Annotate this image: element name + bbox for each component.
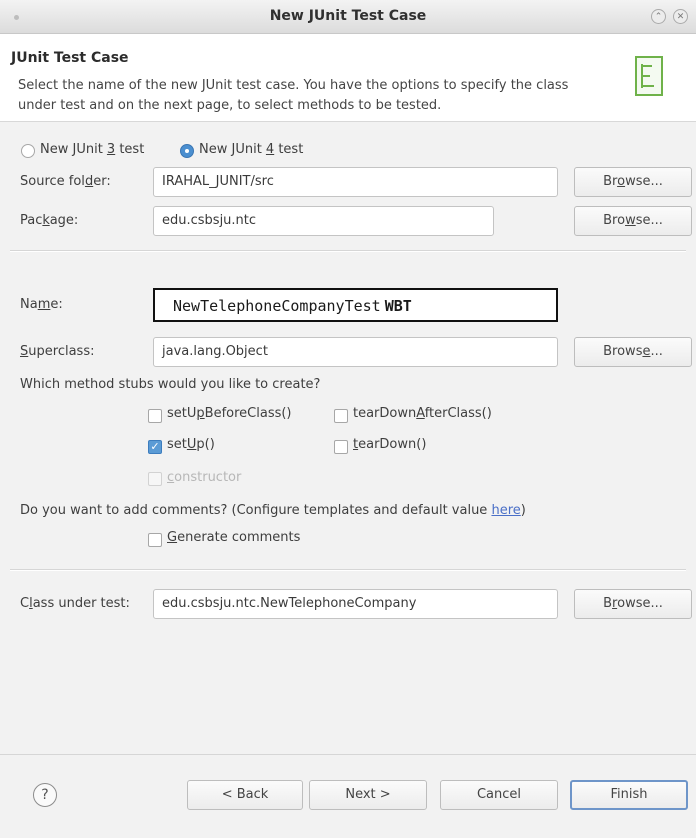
superclass-browse-button[interactable]: Browse... <box>574 337 692 367</box>
class-under-test-label: Class under test: <box>20 596 130 611</box>
setup-label[interactable]: setUp() <box>167 437 215 452</box>
junit4-radio[interactable] <box>180 144 194 158</box>
help-icon[interactable]: ? <box>33 783 57 807</box>
name-suffix: WBT <box>384 297 412 315</box>
wizard-header: JUnit Test Case Select the name of the n… <box>0 34 696 122</box>
generate-comments-checkbox[interactable] <box>148 533 162 547</box>
source-folder-label: Source folder: <box>20 174 111 189</box>
class-under-test-browse-button[interactable]: Browse... <box>574 589 692 619</box>
finish-button[interactable]: Finish <box>570 780 688 810</box>
generate-comments-label[interactable]: Generate comments <box>167 530 300 545</box>
name-input[interactable]: NewTelephoneCompanyTest WBT <box>153 288 558 322</box>
setup-before-class-checkbox[interactable] <box>148 409 162 423</box>
class-under-test-input[interactable]: edu.csbsju.ntc.NewTelephoneCompany <box>153 589 558 619</box>
title-bar: New JUnit Test Case ⌃ ✕ <box>0 0 696 34</box>
page-description: Select the name of the new JUnit test ca… <box>18 78 569 113</box>
name-label: Name: <box>20 297 63 312</box>
junit3-radio[interactable] <box>21 144 35 158</box>
source-folder-browse-button[interactable]: Browse... <box>574 167 692 197</box>
junit3-radio-label[interactable]: New JUnit 3 test <box>40 142 144 157</box>
junit4-radio-label[interactable]: New JUnit 4 test <box>199 142 303 157</box>
constructor-label: constructor <box>167 470 242 485</box>
superclass-input[interactable]: java.lang.Object <box>153 337 558 367</box>
package-label: Package: <box>20 213 79 228</box>
comments-question: Do you want to add comments? (Configure … <box>20 503 526 518</box>
teardown-after-class-label[interactable]: tearDownAfterClass() <box>353 406 492 421</box>
package-input[interactable]: edu.csbsju.ntc <box>153 206 494 236</box>
teardown-after-class-checkbox[interactable] <box>334 409 348 423</box>
constructor-checkbox <box>148 472 162 486</box>
next-button[interactable]: Next > <box>309 780 427 810</box>
wizard-content: New JUnit 3 test New JUnit 4 test Source… <box>0 122 696 754</box>
package-browse-button[interactable]: Browse... <box>574 206 692 236</box>
cancel-button[interactable]: Cancel <box>440 780 558 810</box>
window-title: New JUnit Test Case <box>269 8 427 24</box>
separator <box>10 250 686 252</box>
source-folder-input[interactable]: IRAHAL_JUNIT/src <box>153 167 558 197</box>
separator <box>10 569 686 571</box>
method-stubs-question: Which method stubs would you like to cre… <box>20 377 321 392</box>
junit-wizard-icon <box>635 56 663 96</box>
name-value: NewTelephoneCompanyTest <box>173 297 381 315</box>
close-icon[interactable]: ✕ <box>673 9 688 24</box>
teardown-checkbox[interactable] <box>334 440 348 454</box>
superclass-label: Superclass: <box>20 344 95 359</box>
page-title: JUnit Test Case <box>11 50 129 66</box>
wizard-footer: ? < Back Next > Cancel Finish <box>0 754 696 838</box>
teardown-label[interactable]: tearDown() <box>353 437 426 452</box>
configure-templates-link[interactable]: here <box>491 503 520 518</box>
minimize-icon[interactable]: ⌃ <box>651 9 666 24</box>
setup-before-class-label[interactable]: setUpBeforeClass() <box>167 406 292 421</box>
back-button[interactable]: < Back <box>187 780 303 810</box>
setup-checkbox[interactable]: ✓ <box>148 440 162 454</box>
